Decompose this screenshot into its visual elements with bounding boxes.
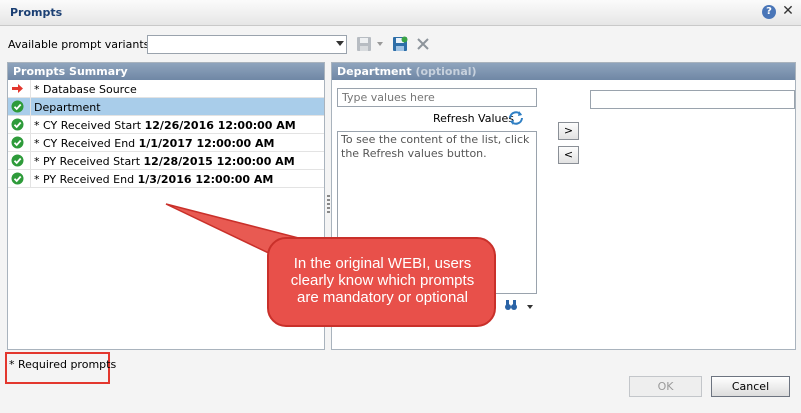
row-divider <box>30 98 31 116</box>
summary-row-value: 12/26/2016 12:00:00 AM <box>144 119 296 132</box>
search-menu-chevron-icon[interactable] <box>527 305 533 309</box>
summary-row-value: 1/3/2016 12:00:00 AM <box>137 173 274 186</box>
help-icon[interactable]: ? <box>762 5 776 19</box>
row-divider <box>30 170 31 188</box>
check-icon <box>11 154 24 167</box>
check-icon <box>11 118 24 131</box>
type-values-input[interactable] <box>337 88 537 107</box>
summary-row-label: * PY Received End 1/3/2016 12:00:00 AM <box>34 173 273 186</box>
window-title: Prompts <box>10 6 63 19</box>
variants-select[interactable] <box>147 35 347 54</box>
save-green-icon[interactable] <box>392 36 408 52</box>
summary-row-label: * CY Received End 1/1/2017 12:00:00 AM <box>34 137 274 150</box>
callout-text: In the original WEBI, users clearly know… <box>290 255 475 306</box>
splitter-grip[interactable] <box>327 195 330 213</box>
save-menu-chevron-icon[interactable] <box>377 42 383 46</box>
summary-row-name: * CY Received End <box>34 137 136 150</box>
summary-row-label: Department <box>34 101 101 114</box>
selected-values-field[interactable] <box>590 90 795 109</box>
check-icon <box>11 172 24 185</box>
move-left-button[interactable]: < <box>558 146 579 164</box>
summary-row-value: 1/1/2017 12:00:00 AM <box>138 137 275 150</box>
prompts-summary-list: * Database Source Department * CY Received… <box>8 80 324 188</box>
summary-row-value: 12/28/2015 12:00:00 AM <box>143 155 295 168</box>
binoculars-icon[interactable] <box>504 298 518 312</box>
delete-icon[interactable] <box>415 36 431 52</box>
prompts-summary-panel: Prompts Summary * Database Source Departm… <box>7 62 325 350</box>
move-right-button[interactable]: > <box>558 122 579 140</box>
required-prompts-note: * Required prompts <box>9 358 117 371</box>
row-divider <box>30 152 31 170</box>
department-header-title: Department <box>337 65 412 78</box>
close-icon[interactable]: ✕ <box>781 3 795 19</box>
department-header: Department (optional) <box>332 63 795 80</box>
summary-row-label: * Database Source <box>34 83 137 96</box>
summary-row-label: * CY Received Start 12/26/2016 12:00:00 … <box>34 119 296 132</box>
summary-row[interactable]: * CY Received End 1/1/2017 12:00:00 AM <box>8 134 324 152</box>
summary-row[interactable]: * CY Received Start 12/26/2016 12:00:00 … <box>8 116 324 134</box>
summary-row-name: * PY Received End <box>34 173 135 186</box>
save-icon[interactable] <box>356 36 372 52</box>
row-divider <box>30 116 31 134</box>
summary-row[interactable]: Department <box>8 98 324 116</box>
summary-row-name: Department <box>34 101 101 114</box>
prompts-summary-header: Prompts Summary <box>8 63 324 80</box>
summary-row-name: * PY Received Start <box>34 155 141 168</box>
refresh-icon[interactable] <box>508 110 524 126</box>
arrow-right-icon <box>12 84 23 93</box>
summary-row-name: * Database Source <box>34 83 137 96</box>
row-divider <box>30 80 31 98</box>
summary-row-label: * PY Received Start 12/28/2015 12:00:00 … <box>34 155 295 168</box>
list-hint-text: To see the content of the list, click th… <box>341 133 530 160</box>
chevron-down-icon <box>336 41 344 46</box>
title-bar: Prompts ? ✕ <box>0 0 801 26</box>
row-divider <box>30 134 31 152</box>
ok-button[interactable]: OK <box>629 376 702 397</box>
check-icon <box>11 136 24 149</box>
summary-row-name: * CY Received Start <box>34 119 142 132</box>
summary-row[interactable]: * Database Source <box>8 80 324 98</box>
summary-row[interactable]: * PY Received Start 12/28/2015 12:00:00 … <box>8 152 324 170</box>
check-icon <box>11 100 24 113</box>
summary-row[interactable]: * PY Received End 1/3/2016 12:00:00 AM <box>8 170 324 188</box>
department-header-optional: (optional) <box>415 65 477 78</box>
variants-label: Available prompt variants <box>8 38 150 51</box>
cancel-button[interactable]: Cancel <box>711 376 790 397</box>
refresh-values-link[interactable]: Refresh Values <box>433 112 514 125</box>
